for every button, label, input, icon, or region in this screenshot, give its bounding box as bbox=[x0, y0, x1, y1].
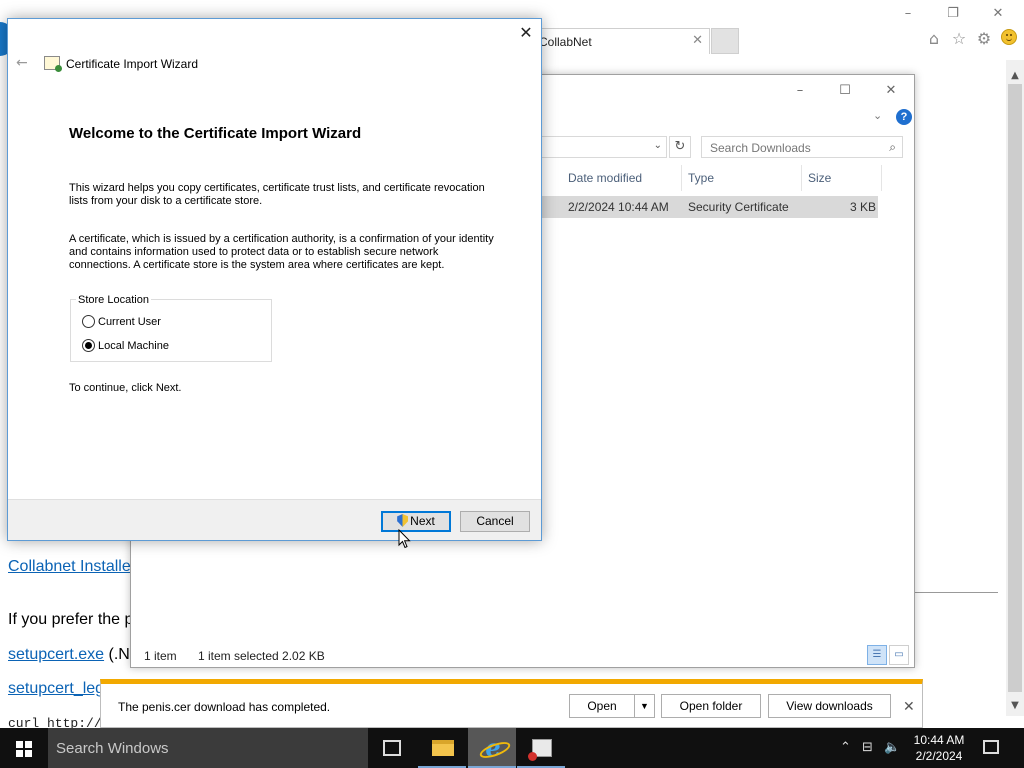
back-arrow-icon[interactable]: ← bbox=[16, 55, 28, 71]
file-type: Security Certificate bbox=[688, 200, 789, 214]
column-separator[interactable] bbox=[801, 165, 802, 191]
wizard-close-icon[interactable]: ✕ bbox=[516, 23, 536, 43]
taskbar-certificate-wizard[interactable] bbox=[517, 728, 565, 768]
setupcert-exe-link[interactable]: setupcert.exe bbox=[8, 646, 104, 663]
certificate-icon bbox=[44, 56, 62, 72]
file-size: 3 KB bbox=[850, 200, 877, 214]
wizard-footer: Next Cancel bbox=[8, 499, 541, 540]
wizard-heading: Welcome to the Certificate Import Wizard bbox=[69, 125, 362, 142]
next-button[interactable]: Next bbox=[381, 511, 451, 532]
radio-label: Local Machine bbox=[98, 340, 169, 352]
download-notification-bar: The penis.cer download has completed. Op… bbox=[100, 679, 923, 728]
explorer-minimize-icon[interactable]: – bbox=[786, 81, 814, 101]
page-scrollbar[interactable]: ▲ ▼ bbox=[1006, 60, 1024, 716]
column-type[interactable]: Type bbox=[688, 170, 714, 194]
scroll-thumb[interactable] bbox=[1008, 84, 1022, 692]
search-placeholder: Search Downloads bbox=[710, 141, 811, 155]
collabnet-installer-link[interactable]: Collabnet Installe bbox=[8, 558, 131, 576]
certificate-import-wizard: ✕ ← Certificate Import Wizard Welcome to… bbox=[7, 18, 542, 541]
volume-muted-icon[interactable]: 🔈 bbox=[884, 740, 900, 755]
file-date-modified: 2/2/2024 10:44 AM bbox=[568, 200, 669, 214]
explorer-close-icon[interactable]: ✕ bbox=[877, 81, 905, 101]
setupcert-line: setupcert.exe (.N bbox=[8, 646, 130, 664]
help-icon[interactable]: ? bbox=[896, 109, 912, 125]
restore-icon[interactable]: ❐ bbox=[943, 6, 963, 22]
wizard-window-title: Certificate Import Wizard bbox=[66, 57, 199, 71]
start-button[interactable] bbox=[0, 728, 48, 768]
favorites-star-icon[interactable]: ☆ bbox=[950, 30, 968, 48]
open-dropdown-icon[interactable]: ▼ bbox=[634, 694, 655, 718]
radio-label: Current User bbox=[98, 316, 161, 328]
gear-icon[interactable]: ⚙ bbox=[975, 30, 993, 48]
folder-icon bbox=[432, 740, 454, 756]
download-bar-close-icon[interactable]: ✕ bbox=[903, 699, 915, 715]
address-dropdown-icon[interactable]: ⌄ bbox=[654, 140, 662, 151]
description-line-1: A certificate, which is issued by a cert… bbox=[69, 233, 494, 245]
description-line-3: connections. A certificate store is the … bbox=[69, 259, 445, 271]
task-view-icon[interactable] bbox=[383, 740, 401, 756]
minimize-icon[interactable]: – bbox=[898, 6, 918, 22]
address-bar[interactable]: ⌄ bbox=[531, 136, 667, 158]
certificate-manager-icon bbox=[528, 739, 552, 761]
taskbar: Search Windows e ⌃ ⊟ 🔈 10:44 AM 2/2/2024 bbox=[0, 728, 1024, 768]
download-message: The penis.cer download has completed. bbox=[118, 700, 331, 714]
close-icon[interactable]: ✕ bbox=[988, 6, 1008, 22]
clock-date: 2/2/2024 bbox=[915, 749, 963, 763]
intro-line-2: lists from your disk to a certificate st… bbox=[69, 195, 263, 207]
status-selection: 1 item selected 2.02 KB bbox=[198, 649, 325, 663]
taskbar-file-explorer[interactable] bbox=[418, 728, 466, 768]
windows-logo-icon bbox=[16, 741, 32, 757]
radio-button-selected-icon[interactable] bbox=[82, 339, 95, 352]
search-icon: ⌕ bbox=[889, 140, 896, 154]
tab-title: CollabNet bbox=[539, 35, 592, 49]
intro-line-1: This wizard helps you copy certificates,… bbox=[69, 182, 485, 194]
ribbon-expand-icon[interactable]: ⌄ bbox=[873, 109, 882, 122]
browser-tab[interactable]: CollabNet ✕ bbox=[528, 28, 710, 54]
scroll-down-icon[interactable]: ▼ bbox=[1006, 698, 1024, 714]
next-label: Next bbox=[410, 514, 435, 528]
taskbar-search-placeholder: Search Windows bbox=[56, 740, 169, 757]
radio-current-user[interactable]: Current User bbox=[82, 315, 161, 329]
setupcert-suffix: (.N bbox=[108, 646, 130, 663]
show-hidden-icons-icon[interactable]: ⌃ bbox=[840, 740, 851, 755]
clock-time: 10:44 AM bbox=[913, 733, 965, 747]
radio-button-icon[interactable] bbox=[82, 315, 95, 328]
details-view-icon[interactable]: ☰ bbox=[867, 645, 887, 665]
explorer-maximize-icon[interactable]: ☐ bbox=[831, 81, 859, 101]
open-button[interactable]: Open bbox=[569, 694, 635, 718]
store-location-label: Store Location bbox=[76, 294, 151, 306]
taskbar-internet-explorer[interactable]: e bbox=[468, 728, 516, 768]
status-item-count: 1 item bbox=[144, 649, 177, 663]
wizard-intro-paragraph: This wizard helps you copy certificates,… bbox=[69, 182, 509, 208]
new-tab-button[interactable] bbox=[711, 28, 739, 54]
view-downloads-button[interactable]: View downloads bbox=[768, 694, 891, 718]
open-folder-button[interactable]: Open folder bbox=[661, 694, 761, 718]
wizard-description-paragraph: A certificate, which is issued by a cert… bbox=[69, 233, 509, 272]
taskbar-search-box[interactable]: Search Windows bbox=[48, 728, 368, 768]
radio-local-machine[interactable]: Local Machine bbox=[82, 339, 169, 353]
column-size[interactable]: Size bbox=[808, 170, 831, 194]
network-icon[interactable]: ⊟ bbox=[862, 740, 873, 755]
description-line-2: and contains information used to protect… bbox=[69, 246, 439, 258]
action-center-icon[interactable] bbox=[983, 740, 999, 754]
column-date-modified[interactable]: Date modified bbox=[568, 170, 642, 194]
large-icons-view-icon[interactable]: ▭ bbox=[889, 645, 909, 665]
scroll-up-icon[interactable]: ▲ bbox=[1006, 68, 1024, 84]
internet-explorer-icon: e bbox=[482, 736, 504, 760]
system-clock[interactable]: 10:44 AM 2/2/2024 bbox=[904, 732, 974, 764]
mouse-pointer-icon bbox=[398, 529, 411, 549]
home-icon[interactable]: ⌂ bbox=[925, 30, 943, 48]
cancel-button[interactable]: Cancel bbox=[460, 511, 530, 532]
refresh-icon[interactable]: ↻ bbox=[669, 136, 691, 158]
feedback-smiley-icon[interactable] bbox=[1001, 29, 1017, 45]
uac-shield-icon bbox=[397, 514, 409, 527]
column-separator[interactable] bbox=[681, 165, 682, 191]
continue-instruction: To continue, click Next. bbox=[69, 382, 182, 394]
prefer-text: If you prefer the p bbox=[8, 611, 134, 628]
file-row-selected[interactable]: 2/2/2024 10:44 AM Security Certificate 3… bbox=[541, 196, 878, 218]
search-input[interactable]: Search Downloads ⌕ bbox=[701, 136, 903, 158]
column-separator[interactable] bbox=[881, 165, 882, 191]
tab-close-icon[interactable]: ✕ bbox=[692, 33, 703, 48]
setupcert-legacy-link[interactable]: setupcert_leg bbox=[8, 680, 104, 698]
